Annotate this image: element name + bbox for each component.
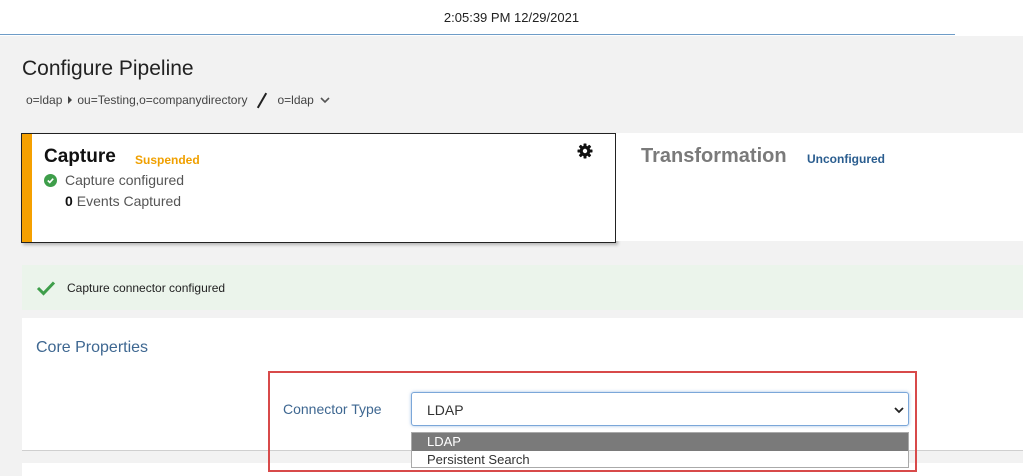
transformation-status-badge: Unconfigured [807, 152, 885, 166]
capture-title: Capture [44, 146, 116, 167]
transformation-title: Transformation [641, 145, 787, 167]
top-bar-divider [0, 34, 955, 35]
breadcrumb-child[interactable]: ou=Testing,o=companydirectory [77, 93, 247, 107]
breadcrumb-current[interactable]: o=ldap [277, 93, 313, 107]
breadcrumb-root[interactable]: o=ldap [26, 93, 62, 107]
success-notice: Capture connector configured [22, 265, 1023, 310]
breadcrumb-separator [257, 92, 268, 108]
events-label: Events Captured [76, 193, 182, 209]
capture-card[interactable]: Capture Suspended Capture configured 0 Ev… [21, 133, 616, 243]
events-count: 0 [65, 193, 73, 209]
capture-status-badge: Suspended [135, 153, 200, 167]
breadcrumb: o=ldap ou=Testing,o=companydirectory o=l… [26, 92, 330, 108]
page-title: Configure Pipeline [22, 57, 194, 80]
clock-text: 2:05:39 PM 12/29/2021 [443, 10, 580, 25]
gear-icon[interactable] [577, 143, 593, 159]
events-captured-row: 0 Events Captured [65, 193, 181, 209]
notice-text: Capture connector configured [67, 280, 226, 295]
chevron-down-icon[interactable] [320, 95, 330, 105]
check-icon [36, 280, 56, 296]
check-circle-icon [44, 173, 57, 187]
capture-configured-row: Capture configured [44, 172, 184, 188]
top-bar: 2:05:39 PM 12/29/2021 [0, 0, 1023, 36]
capture-configured-text: Capture configured [65, 172, 185, 188]
transformation-card[interactable]: Transformation Unconfigured [616, 133, 1023, 241]
capture-accent-bar [22, 134, 32, 242]
core-properties-heading: Core Properties [36, 339, 149, 356]
caret-right-icon [68, 96, 73, 104]
highlight-annotation-box [268, 371, 917, 472]
